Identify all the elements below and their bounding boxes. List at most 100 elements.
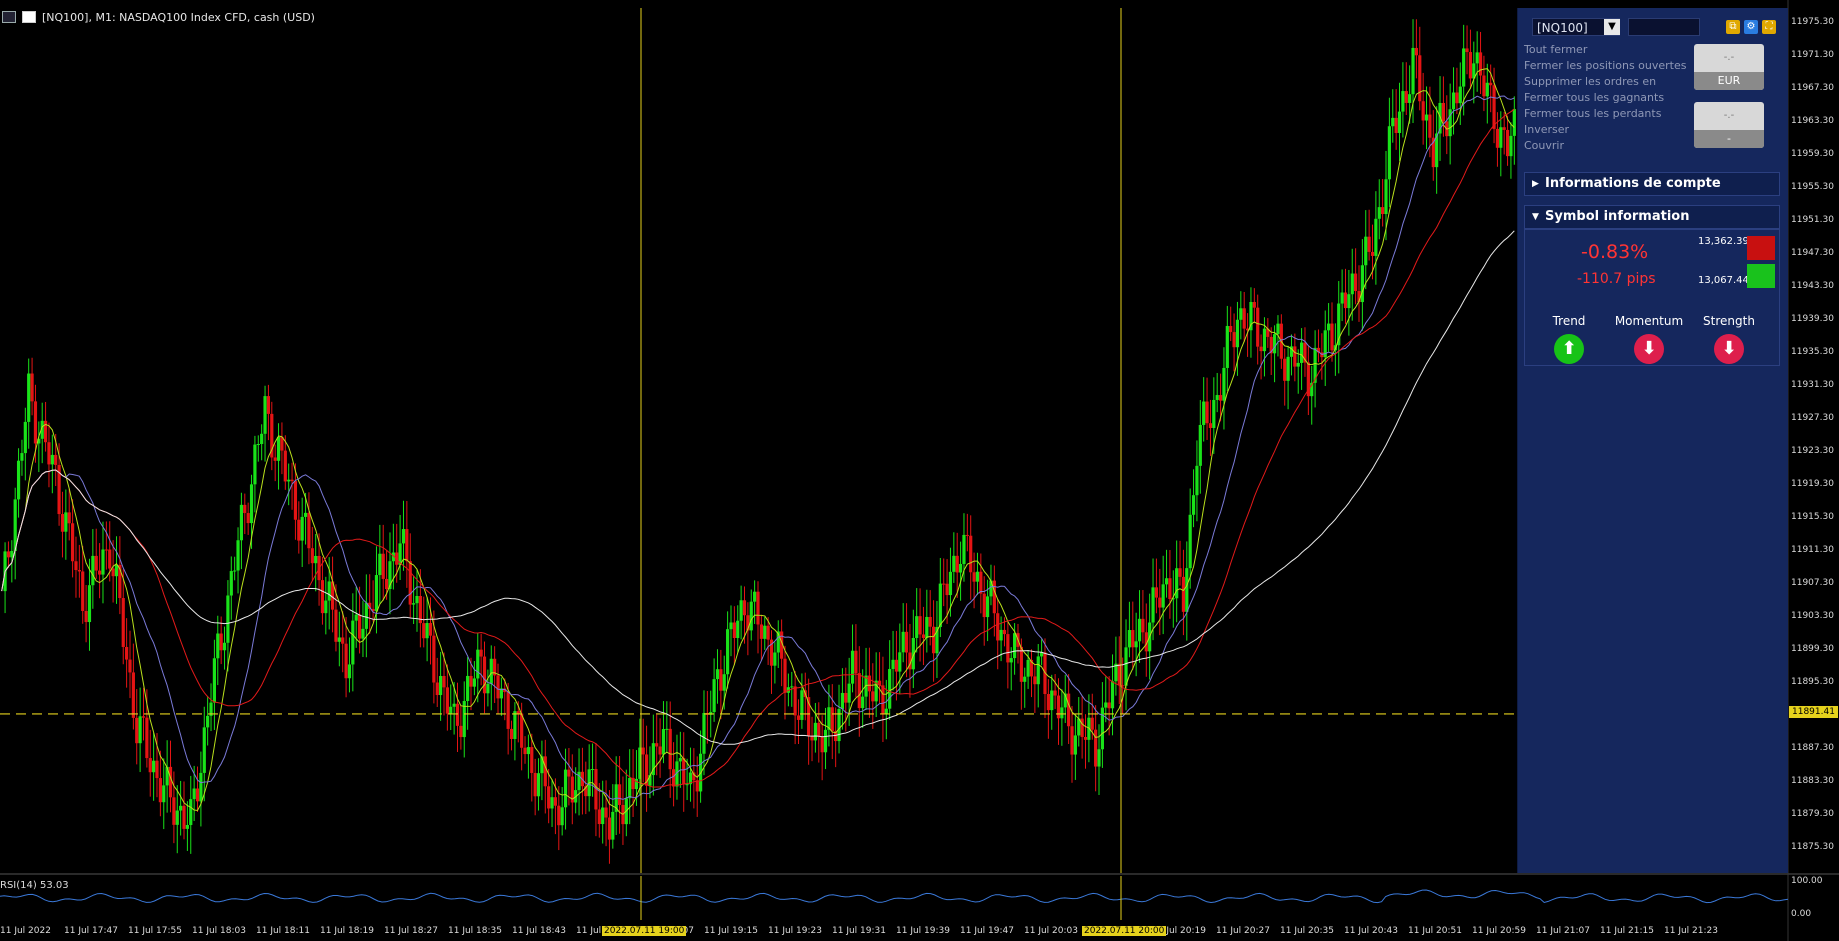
time-tick-label: 11 Jul 21:15 xyxy=(1600,926,1654,936)
candle-body xyxy=(536,773,541,797)
reverse-action[interactable]: Inverser xyxy=(1524,122,1694,138)
candle-body xyxy=(131,672,135,718)
candle-body xyxy=(1060,707,1064,719)
candle-body xyxy=(27,373,31,422)
candle-body xyxy=(445,687,449,714)
price-tick-label: 11923.30 xyxy=(1791,445,1834,456)
candle-body xyxy=(162,785,166,803)
candle-body xyxy=(1327,323,1331,331)
candle-body xyxy=(415,596,419,604)
candle-body xyxy=(334,609,338,642)
candle-body xyxy=(256,444,260,446)
candle-body xyxy=(300,516,304,541)
chevron-down-icon[interactable]: ▼ xyxy=(1604,19,1620,35)
candle-body xyxy=(1441,102,1446,122)
copy-icon[interactable]: ⧉ xyxy=(1726,20,1740,34)
candle-body xyxy=(729,622,733,630)
candle-body xyxy=(969,535,973,573)
price-tick-label: 11943.30 xyxy=(1791,280,1834,291)
candle-body xyxy=(226,595,230,643)
candle-body xyxy=(182,805,186,829)
candle-body xyxy=(813,722,817,741)
candle-body xyxy=(1232,332,1236,348)
candle-body xyxy=(1397,111,1402,133)
candle-body xyxy=(867,675,872,692)
candle-body xyxy=(1188,514,1192,569)
candle-body xyxy=(985,596,990,618)
candle-body xyxy=(668,728,672,770)
close-all-action[interactable]: Tout fermer xyxy=(1524,42,1694,58)
candle-body xyxy=(1286,356,1290,381)
candle-body xyxy=(1262,328,1267,352)
candle-body xyxy=(1151,587,1155,623)
price-tick-label: 11915.30 xyxy=(1791,511,1834,522)
candle-body xyxy=(1134,641,1138,648)
candle-body xyxy=(736,620,740,639)
price-tick-label: 11903.30 xyxy=(1791,610,1834,621)
time-tick-label: 11 Jul 21:23 xyxy=(1664,926,1718,936)
candle-body xyxy=(111,568,115,577)
candle-body xyxy=(74,561,78,571)
candle-body xyxy=(1401,91,1405,112)
lot-input[interactable] xyxy=(1628,18,1700,36)
candle-body xyxy=(459,725,463,738)
candle-body xyxy=(439,675,443,696)
candle-body xyxy=(337,637,341,642)
candle-body xyxy=(844,692,848,703)
hedge-action[interactable]: Couvrir xyxy=(1524,138,1694,154)
candle-body xyxy=(563,769,568,808)
candle-body xyxy=(982,593,986,618)
price-tick-label: 11883.30 xyxy=(1791,775,1834,786)
candle-body xyxy=(732,622,736,639)
trend-label: Trend xyxy=(1552,314,1586,328)
candle-body xyxy=(948,571,953,596)
expand-icon[interactable]: ⛶ xyxy=(1762,20,1776,34)
chart-type-icon[interactable] xyxy=(22,11,36,23)
delete-orders-action[interactable]: Supprimer les ordres en xyxy=(1524,74,1694,90)
candle-body xyxy=(307,512,311,549)
candle-body xyxy=(472,678,476,687)
high-color-swatch xyxy=(1747,236,1775,260)
candle-body xyxy=(1242,308,1246,329)
symbol-info-section[interactable]: ▼ Symbol information xyxy=(1524,205,1780,229)
candle-body xyxy=(1451,92,1456,110)
candle-body xyxy=(1482,75,1486,97)
candle-body xyxy=(658,746,662,755)
candle-body xyxy=(452,703,456,707)
gear-icon[interactable]: ⚙ xyxy=(1744,20,1758,34)
candle-body xyxy=(884,708,888,714)
buy-button[interactable]: -.- - xyxy=(1694,102,1764,148)
candle-body xyxy=(992,580,996,614)
candle-body xyxy=(1124,647,1128,686)
low-price: 13,067.44 xyxy=(1698,275,1749,286)
candle-body xyxy=(1468,52,1473,79)
time-tick-label: 11 Jul 19:39 xyxy=(896,926,950,936)
candle-body xyxy=(894,659,899,672)
candle-body xyxy=(1050,690,1054,711)
candle-body xyxy=(1127,630,1132,648)
close-open-positions-action[interactable]: Fermer les positions ouvertes xyxy=(1524,58,1694,74)
arrow-down-icon: ⬇ xyxy=(1634,334,1664,364)
sell-button[interactable]: -.- EUR xyxy=(1694,44,1764,90)
candle-body xyxy=(469,675,473,687)
close-winners-action[interactable]: Fermer tous les gagnants xyxy=(1524,90,1694,106)
candle-body xyxy=(384,578,389,590)
candle-body xyxy=(442,675,446,688)
candle-body xyxy=(351,620,355,665)
time-tick-label: 11 Jul 19:31 xyxy=(832,926,886,936)
candle-body xyxy=(1191,495,1196,515)
candle-body xyxy=(942,583,946,585)
candle-body xyxy=(850,650,855,684)
account-info-section[interactable]: ▶ Informations de compte xyxy=(1524,172,1780,196)
candle-body xyxy=(509,728,514,740)
candle-body xyxy=(567,769,571,777)
candle-body xyxy=(64,512,68,532)
price-tick-label: 11935.30 xyxy=(1791,346,1834,357)
candle-body xyxy=(931,626,936,654)
candle-body xyxy=(67,512,71,524)
close-losers-action[interactable]: Fermer tous les perdants xyxy=(1524,106,1694,122)
chart-grid-icon[interactable] xyxy=(2,11,16,23)
candle-body xyxy=(1235,319,1240,348)
candle-body xyxy=(918,616,922,635)
candle-body xyxy=(726,629,730,675)
